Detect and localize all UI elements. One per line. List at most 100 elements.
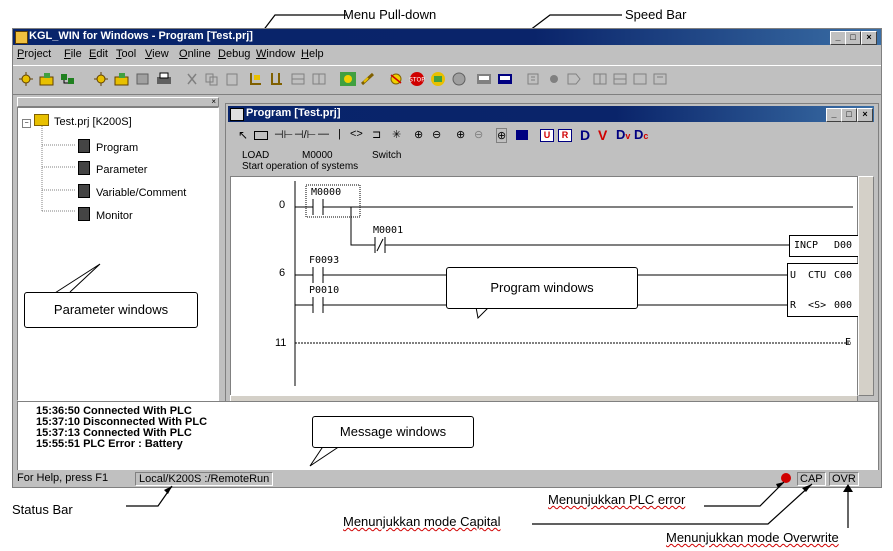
tool-a-icon[interactable] [525, 71, 543, 87]
menu-window[interactable]: Window [256, 48, 295, 60]
program-maximize-button[interactable]: □ [841, 108, 857, 122]
comment-icon[interactable] [516, 130, 528, 140]
pause-icon[interactable] [429, 71, 447, 87]
info-description: Start operation of systems [242, 161, 359, 172]
rect-tool-icon[interactable] [254, 131, 268, 140]
arrow-status-bar [126, 485, 173, 507]
contact-no-icon[interactable]: ⊣⊢ [274, 128, 293, 141]
arrow-overwrite [843, 484, 853, 528]
message-line: 15:55:51 PLC Error : Battery [36, 438, 183, 450]
program-close-button[interactable]: × [857, 108, 873, 122]
compile-icon[interactable] [339, 71, 357, 87]
annotation-overwrite: Menunjukkan mode Overwrite [666, 530, 839, 545]
open-file-icon[interactable] [113, 71, 131, 87]
tool-d-icon[interactable] [591, 71, 609, 87]
instruction-name: R <S> [790, 300, 827, 311]
func-tool-icon[interactable]: ⊐ [372, 128, 381, 141]
program-window-title: Program [Test.prj] [246, 107, 341, 119]
save-project-icon[interactable] [59, 71, 77, 87]
reset-icon[interactable] [450, 71, 468, 87]
menu-help[interactable]: Help [301, 48, 324, 60]
close-button[interactable]: × [861, 31, 877, 45]
window-title: KGL_WIN for Windows - Program [Test.prj] [29, 30, 253, 42]
zoom-in-icon[interactable]: ⊕ [414, 128, 423, 141]
ladder-view2-icon[interactable] [310, 71, 328, 87]
monitor-icon[interactable] [475, 71, 493, 87]
instruction-r-icon[interactable]: R [558, 129, 572, 142]
ladder-toolbar: ↖ ⊣⊢ ⊣/⊢ — | <> ⊐ ✳ ⊕ ⊖ ⊕ ⊖ ⊕ U R D V Dv… [230, 126, 870, 146]
new-project-icon[interactable] [17, 71, 35, 87]
info-operand: M0000 [302, 150, 333, 161]
maximize-button[interactable]: □ [845, 31, 861, 45]
monitor-all-icon[interactable] [496, 71, 514, 87]
title-bar: KGL_WIN for Windows - Program [Test.prj]… [13, 29, 881, 45]
coil-tool-icon[interactable]: <> [350, 128, 363, 140]
hline-tool-icon[interactable]: — [318, 128, 329, 140]
instruction-name: U CTU [790, 270, 827, 281]
ladder-edit-icon[interactable] [247, 71, 265, 87]
callout-message-windows: Message windows [312, 416, 474, 448]
contact-nc-icon[interactable]: ⊣/⊢ [294, 128, 316, 141]
menu-file[interactable]: File [64, 48, 82, 60]
minimize-button[interactable]: _ [830, 31, 846, 45]
print-icon[interactable] [155, 71, 173, 87]
paste-icon[interactable] [223, 71, 241, 87]
tree-item-monitor[interactable]: Monitor [78, 207, 133, 222]
tool-c-icon[interactable] [565, 71, 583, 87]
vertical-scrollbar[interactable] [858, 176, 874, 396]
tree-item-variable-comment[interactable]: Variable/Comment [78, 184, 186, 199]
menu-view[interactable]: View [145, 48, 169, 60]
tool-f-icon[interactable] [631, 71, 649, 87]
run-icon[interactable] [387, 71, 405, 87]
tree-item-parameter[interactable]: Parameter [78, 161, 147, 176]
vline-tool-icon[interactable]: | [338, 128, 341, 140]
annotation-menu-pulldown: Menu Pull-down [343, 7, 437, 22]
zoom-box-icon[interactable]: ⊕ [496, 128, 508, 143]
menu-online[interactable]: Online [179, 48, 211, 60]
instruction-u-icon[interactable]: U [540, 129, 554, 142]
device-dv-icon[interactable]: Dv [616, 127, 630, 142]
device-d-icon[interactable]: D [580, 127, 590, 143]
menu-edit[interactable]: Edit [89, 48, 108, 60]
contact-label: F0093 [309, 255, 340, 266]
collapse-icon[interactable]: − [22, 119, 31, 128]
callout-text: Message windows [339, 424, 447, 439]
program-window: Program [Test.prj] _ □ × ↖ ⊣⊢ ⊣/⊢ — | <>… [225, 103, 879, 411]
incp-instruction: INCP D00 [789, 235, 859, 257]
zoom-out-icon[interactable]: ⊖ [432, 128, 441, 141]
menu-tool[interactable]: Tool [116, 48, 136, 60]
menu-bar: Project File Edit Tool View Online Debug… [13, 46, 881, 64]
open-project-icon[interactable] [38, 71, 56, 87]
cut-icon[interactable] [183, 71, 201, 87]
star-tool-icon[interactable]: ✳ [392, 128, 401, 141]
save-file-icon[interactable] [134, 71, 152, 87]
app-icon [15, 31, 28, 44]
device-dc-icon[interactable]: Dc [634, 127, 648, 142]
device-v-icon[interactable]: V [598, 127, 607, 143]
contact-label: M0001 [373, 225, 404, 236]
select-tool-icon[interactable]: ↖ [238, 128, 248, 142]
menu-project[interactable]: Project [17, 48, 51, 60]
tool-e-icon[interactable] [611, 71, 629, 87]
tree-close-icon[interactable]: × [211, 97, 216, 106]
new-file-icon[interactable] [92, 71, 110, 87]
stop-icon[interactable]: STOP [408, 71, 426, 87]
tool-b-icon[interactable] [545, 71, 563, 87]
ladder-view1-icon[interactable] [289, 71, 307, 87]
zoom-fit-icon[interactable]: ⊕ [456, 128, 465, 141]
program-minimize-button[interactable]: _ [826, 108, 842, 122]
zoom-prev-icon[interactable]: ⊖ [474, 128, 483, 141]
arrow-capital [532, 483, 813, 525]
instruction-name: INCP [794, 240, 819, 251]
connect-icon[interactable] [359, 71, 377, 87]
copy-icon[interactable] [203, 71, 221, 87]
menu-debug[interactable]: Debug [218, 48, 250, 60]
tree-item-label: Monitor [96, 210, 133, 222]
project-tree-pane: − Test.prj [K200S] Program Parameter Vari… [17, 107, 219, 401]
contact-label: M0000 [311, 187, 342, 198]
tree-item-program[interactable]: Program [78, 139, 138, 154]
annotation-speed-bar: Speed Bar [625, 7, 687, 22]
tool-g-icon[interactable] [651, 71, 669, 87]
tree-pane-header: × [17, 97, 219, 107]
ladder-insert-icon[interactable] [268, 71, 286, 87]
